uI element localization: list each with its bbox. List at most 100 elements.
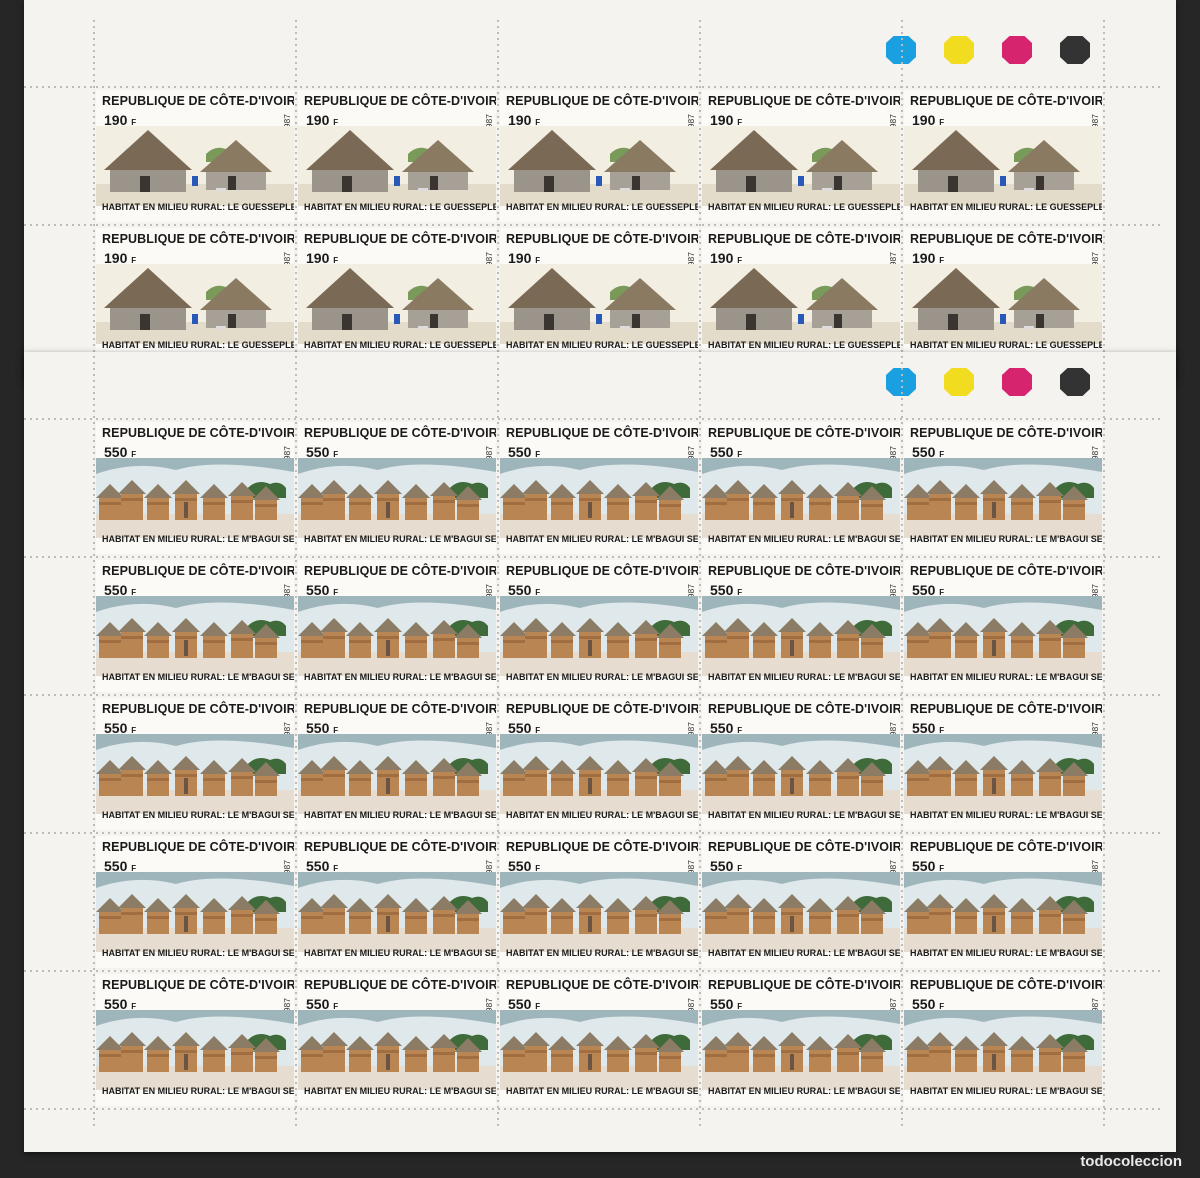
- stamp-caption: HABITAT EN MILIEU RURAL: LE M'BAGUI SENO…: [304, 672, 496, 682]
- stamp-illustration: [96, 1010, 294, 1095]
- perforation-line: [901, 356, 903, 1126]
- stamp-caption: HABITAT EN MILIEU RURAL: LE M'BAGUI SENO…: [304, 534, 496, 544]
- stamp-country-title: REPUBLIQUE DE CÔTE-D'IVOIRE: [102, 978, 294, 992]
- stamp-caption: HABITAT EN MILIEU RURAL: LE M'BAGUI SENO…: [102, 534, 294, 544]
- stamp-caption: HABITAT EN MILIEU RURAL: LE GUESSEPLE DA…: [910, 202, 1102, 212]
- senoufo-huts-illustration: [702, 596, 900, 676]
- stamp: REPUBLIQUE DE CÔTE-D'IVOIRE550 FPOSTES 1…: [702, 974, 900, 1106]
- stamp: REPUBLIQUE DE CÔTE-D'IVOIRE550 FPOSTES 1…: [904, 560, 1102, 692]
- perforation-line: [699, 356, 701, 1126]
- stamp-country-title: REPUBLIQUE DE CÔTE-D'IVOIRE: [102, 564, 294, 578]
- stamp-country-title: REPUBLIQUE DE CÔTE-D'IVOIRE: [910, 426, 1102, 440]
- stamp: REPUBLIQUE DE CÔTE-D'IVOIRE550 FPOSTES 1…: [702, 422, 900, 554]
- stamp-illustration: [904, 734, 1102, 819]
- stamp: REPUBLIQUE DE CÔTE-D'IVOIRE190 FPOSTES 1…: [298, 228, 496, 360]
- senoufo-huts-illustration: [702, 734, 900, 814]
- stamp-caption: HABITAT EN MILIEU RURAL: LE M'BAGUI SENO…: [102, 948, 294, 958]
- perforation-line: [24, 970, 1164, 972]
- stamp-country-title: REPUBLIQUE DE CÔTE-D'IVOIRE: [910, 840, 1102, 854]
- stamp-country-title: REPUBLIQUE DE CÔTE-D'IVOIRE: [506, 426, 698, 440]
- stamp-country-title: REPUBLIQUE DE CÔTE-D'IVOIRE: [102, 702, 294, 716]
- stamp: REPUBLIQUE DE CÔTE-D'IVOIRE550 FPOSTES 1…: [298, 560, 496, 692]
- stamp-illustration: [702, 872, 900, 957]
- senoufo-huts-illustration: [500, 458, 698, 538]
- stamp-illustration: [298, 264, 496, 349]
- senoufo-huts-illustration: [904, 1010, 1102, 1090]
- perforation-line: [24, 86, 1164, 88]
- senoufo-huts-illustration: [298, 872, 496, 952]
- stamp-illustration: [96, 872, 294, 957]
- stamp-illustration: [298, 596, 496, 681]
- senoufo-huts-illustration: [500, 1010, 698, 1090]
- stamp: REPUBLIQUE DE CÔTE-D'IVOIRE550 FPOSTES 1…: [500, 974, 698, 1106]
- stamp-caption: HABITAT EN MILIEU RURAL: LE M'BAGUI SENO…: [102, 672, 294, 682]
- bottom-stamp-sheet: REPUBLIQUE DE CÔTE-D'IVOIRE550 FPOSTES 1…: [24, 352, 1176, 1152]
- stamp-country-title: REPUBLIQUE DE CÔTE-D'IVOIRE: [910, 232, 1102, 246]
- stamp-country-title: REPUBLIQUE DE CÔTE-D'IVOIRE: [506, 978, 698, 992]
- stamp-illustration: [500, 596, 698, 681]
- stamp-illustration: [904, 126, 1102, 211]
- senoufo-huts-illustration: [298, 458, 496, 538]
- stamp-country-title: REPUBLIQUE DE CÔTE-D'IVOIRE: [910, 978, 1102, 992]
- watermark: todocoleccion: [1080, 1153, 1182, 1170]
- perforation-line: [699, 20, 701, 360]
- stamp: REPUBLIQUE DE CÔTE-D'IVOIRE550 FPOSTES 1…: [96, 836, 294, 968]
- perforation-line: [24, 556, 1164, 558]
- stamp-illustration: [702, 596, 900, 681]
- dan-huts-illustration: [298, 126, 496, 206]
- stamp-country-title: REPUBLIQUE DE CÔTE-D'IVOIRE: [708, 840, 900, 854]
- perforation-line: [901, 20, 903, 360]
- stamp: REPUBLIQUE DE CÔTE-D'IVOIRE550 FPOSTES 1…: [500, 560, 698, 692]
- stamp-country-title: REPUBLIQUE DE CÔTE-D'IVOIRE: [304, 94, 496, 108]
- senoufo-huts-illustration: [96, 596, 294, 676]
- stamp-caption: HABITAT EN MILIEU RURAL: LE M'BAGUI SENO…: [910, 1086, 1102, 1096]
- stamp: REPUBLIQUE DE CÔTE-D'IVOIRE550 FPOSTES 1…: [500, 698, 698, 830]
- color-registration-bar: [944, 368, 974, 396]
- stamp: REPUBLIQUE DE CÔTE-D'IVOIRE190 FPOSTES 1…: [500, 228, 698, 360]
- dan-huts-illustration: [904, 264, 1102, 344]
- senoufo-huts-illustration: [96, 872, 294, 952]
- stamp-caption: HABITAT EN MILIEU RURAL: LE GUESSEPLE DA…: [304, 202, 496, 212]
- stamp: REPUBLIQUE DE CÔTE-D'IVOIRE550 FPOSTES 1…: [904, 422, 1102, 554]
- senoufo-huts-illustration: [500, 734, 698, 814]
- stamp-caption: HABITAT EN MILIEU RURAL: LE M'BAGUI SENO…: [506, 948, 698, 958]
- perforation-line: [1103, 20, 1105, 360]
- stamp-caption: HABITAT EN MILIEU RURAL: LE GUESSEPLE DA…: [506, 202, 698, 212]
- stamp: REPUBLIQUE DE CÔTE-D'IVOIRE190 FPOSTES 1…: [500, 90, 698, 222]
- stamp-caption: HABITAT EN MILIEU RURAL: LE M'BAGUI SENO…: [708, 672, 900, 682]
- stamp-illustration: [298, 1010, 496, 1095]
- stamp-illustration: [298, 872, 496, 957]
- stamp-country-title: REPUBLIQUE DE CÔTE-D'IVOIRE: [506, 840, 698, 854]
- stamp-caption: HABITAT EN MILIEU RURAL: LE M'BAGUI SENO…: [708, 534, 900, 544]
- perforation-line: [24, 832, 1164, 834]
- dan-huts-illustration: [702, 264, 900, 344]
- stamp-illustration: [500, 1010, 698, 1095]
- senoufo-huts-illustration: [96, 1010, 294, 1090]
- dan-huts-illustration: [500, 126, 698, 206]
- stamp: REPUBLIQUE DE CÔTE-D'IVOIRE190 FPOSTES 1…: [702, 228, 900, 360]
- stamp-caption: HABITAT EN MILIEU RURAL: LE GUESSEPLE DA…: [708, 340, 900, 350]
- stamp-country-title: REPUBLIQUE DE CÔTE-D'IVOIRE: [102, 232, 294, 246]
- stamp-illustration: [298, 126, 496, 211]
- stamp-country-title: REPUBLIQUE DE CÔTE-D'IVOIRE: [708, 564, 900, 578]
- color-registration-bar: [944, 36, 974, 64]
- dan-huts-illustration: [96, 264, 294, 344]
- senoufo-huts-illustration: [96, 734, 294, 814]
- stamp-country-title: REPUBLIQUE DE CÔTE-D'IVOIRE: [304, 564, 496, 578]
- stamp-caption: HABITAT EN MILIEU RURAL: LE M'BAGUI SENO…: [506, 810, 698, 820]
- stamp: REPUBLIQUE DE CÔTE-D'IVOIRE550 FPOSTES 1…: [96, 422, 294, 554]
- perforation-line: [24, 1108, 1164, 1110]
- dan-huts-illustration: [96, 126, 294, 206]
- stamp-caption: HABITAT EN MILIEU RURAL: LE M'BAGUI SENO…: [708, 948, 900, 958]
- stamp-illustration: [702, 126, 900, 211]
- stamp-caption: HABITAT EN MILIEU RURAL: LE GUESSEPLE DA…: [304, 340, 496, 350]
- color-registration-bar: [1060, 368, 1090, 396]
- stamp: REPUBLIQUE DE CÔTE-D'IVOIRE550 FPOSTES 1…: [96, 974, 294, 1106]
- stamp-country-title: REPUBLIQUE DE CÔTE-D'IVOIRE: [708, 426, 900, 440]
- stamp-illustration: [702, 734, 900, 819]
- stamp-caption: HABITAT EN MILIEU RURAL: LE M'BAGUI SENO…: [506, 1086, 698, 1096]
- senoufo-huts-illustration: [904, 734, 1102, 814]
- senoufo-huts-illustration: [904, 458, 1102, 538]
- stamp: REPUBLIQUE DE CÔTE-D'IVOIRE190 FPOSTES 1…: [96, 228, 294, 360]
- stamp: REPUBLIQUE DE CÔTE-D'IVOIRE550 FPOSTES 1…: [298, 698, 496, 830]
